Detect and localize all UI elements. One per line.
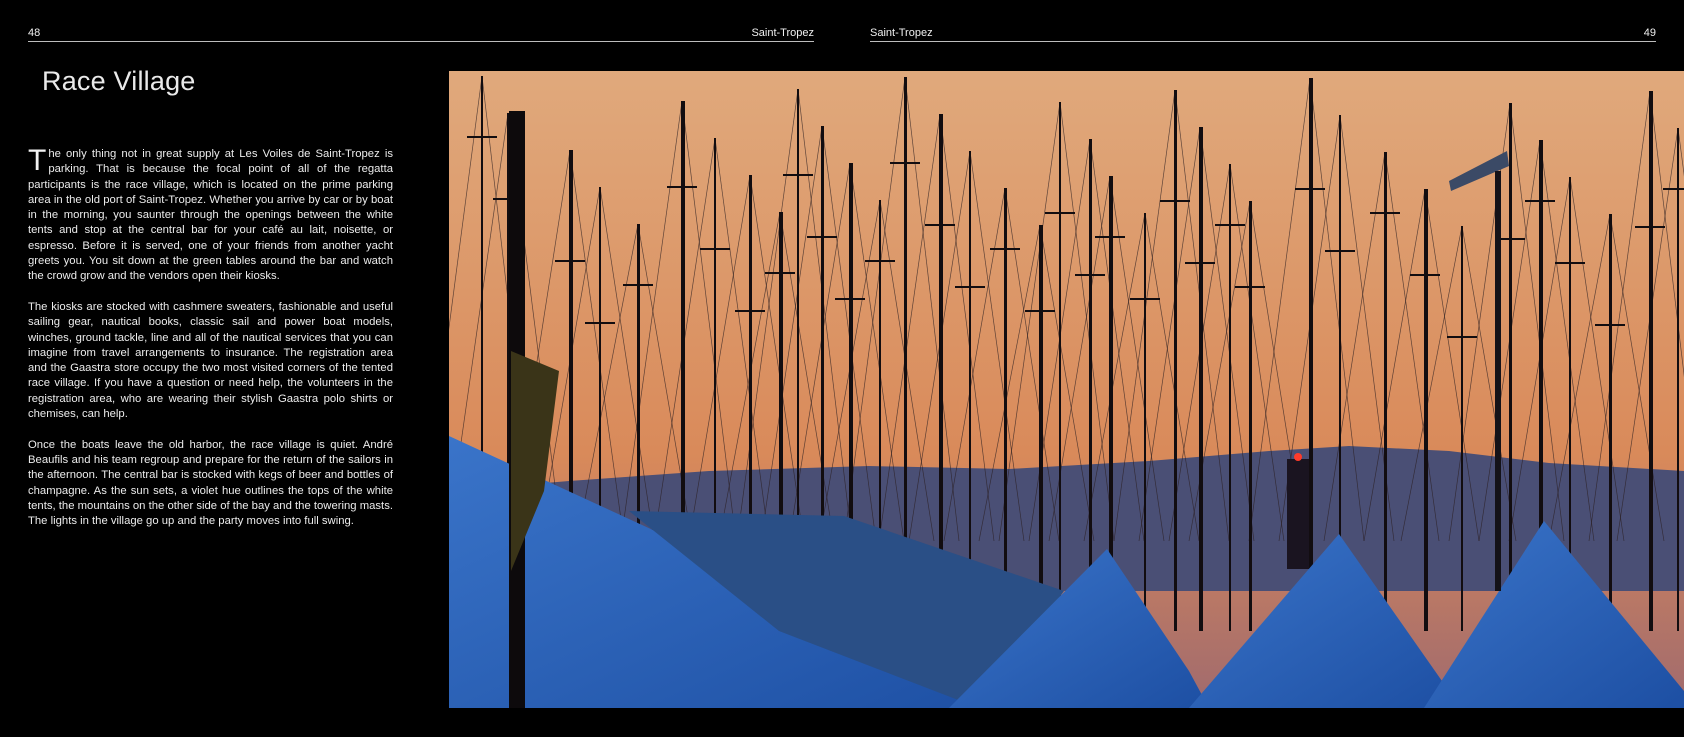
mast <box>1609 214 1612 631</box>
paragraph-1: The only thing not in great supply at Le… <box>28 144 393 285</box>
mast <box>1509 103 1512 631</box>
spreader <box>1095 236 1125 238</box>
spreader <box>1185 262 1215 264</box>
running-head-right: Saint-Tropez <box>870 27 933 39</box>
spreader <box>990 248 1020 250</box>
spreader <box>700 248 730 250</box>
mast <box>1004 188 1007 631</box>
spreader <box>1370 212 1400 214</box>
header-rule-right <box>870 41 1656 42</box>
spreader <box>585 322 615 324</box>
spreader <box>1130 298 1160 300</box>
photo-illustration <box>449 71 1684 708</box>
spreader <box>1663 188 1684 190</box>
spreader <box>1447 336 1477 338</box>
spreader <box>735 310 765 312</box>
lighthouse-light <box>1294 453 1302 461</box>
spreader <box>467 136 497 138</box>
spreader <box>783 174 813 176</box>
lamp-post <box>1495 171 1501 591</box>
mast <box>1039 225 1043 631</box>
paragraph-1-text: he only thing not in great supply at Les… <box>28 148 393 283</box>
mast <box>1424 189 1428 631</box>
page-number-right: 49 <box>1643 27 1656 39</box>
mast <box>1461 226 1463 631</box>
spreader <box>835 298 865 300</box>
mast <box>1144 213 1146 631</box>
mast <box>1089 139 1092 631</box>
body-text: The only thing not in great supply at Le… <box>28 144 393 545</box>
spreader <box>1045 212 1075 214</box>
spreader <box>1525 200 1555 202</box>
mast <box>1229 164 1231 631</box>
spreader <box>623 284 653 286</box>
mast <box>1174 90 1177 631</box>
harbor-sunset-photo <box>449 71 1684 708</box>
spreader <box>1555 262 1585 264</box>
mast <box>1059 102 1061 631</box>
spreader <box>1215 224 1245 226</box>
spreader <box>1295 188 1325 190</box>
page-title: Race Village <box>42 66 196 96</box>
spreader <box>925 224 955 226</box>
spreader <box>1595 324 1625 326</box>
mast <box>1384 152 1387 631</box>
running-head-left: Saint-Tropez <box>751 27 814 39</box>
header-rule-left <box>28 41 814 42</box>
page-number-left: 48 <box>28 27 41 39</box>
mast <box>1249 201 1252 631</box>
mast <box>1199 127 1203 631</box>
spreader <box>765 272 795 274</box>
spreader <box>1635 226 1665 228</box>
spreader <box>1235 286 1265 288</box>
paragraph-2: The kiosks are stocked with cashmere swe… <box>28 300 393 421</box>
spreader <box>1410 274 1440 276</box>
spreader <box>1160 200 1190 202</box>
spreader <box>555 260 585 262</box>
paragraph-3: Once the boats leave the old harbor, the… <box>28 438 393 528</box>
spreader <box>667 186 697 188</box>
spreader <box>1325 250 1355 252</box>
mast <box>1309 78 1313 631</box>
lighthouse <box>1287 459 1309 569</box>
spreader <box>1075 274 1105 276</box>
drop-cap: T <box>28 144 47 177</box>
spreader <box>865 260 895 262</box>
spreader <box>890 162 920 164</box>
spreader <box>955 286 985 288</box>
spreader <box>807 236 837 238</box>
mast <box>1677 128 1679 631</box>
spreader <box>1025 310 1055 312</box>
mast <box>1649 91 1653 631</box>
